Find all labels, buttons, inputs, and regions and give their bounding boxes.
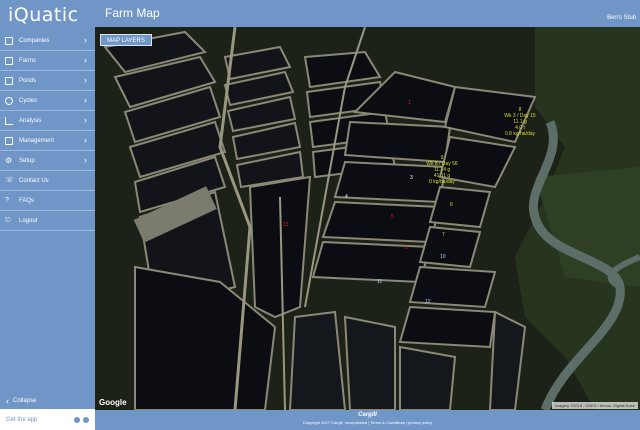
- phone-icon: ☏: [5, 176, 14, 184]
- collapse-label: Collapse: [13, 397, 37, 404]
- chevron-right-icon: ›: [84, 35, 87, 45]
- sidebar-item-logout[interactable]: ⎋ Logout: [0, 211, 95, 231]
- apple-icon[interactable]: [83, 416, 89, 423]
- sidebar-item-analysis[interactable]: Analysis ›: [0, 111, 95, 131]
- get-app-bar: Get the app: [0, 409, 95, 430]
- gear-icon: ⚙: [5, 155, 13, 165]
- pond-icon: [5, 76, 13, 85]
- footer: Cargill Copyright 2017 Cargill, Incorpor…: [95, 410, 640, 430]
- sidebar-nav: Companies › Farms › Ponds › Cycles › Ana…: [0, 31, 95, 231]
- sidebar-item-label: Management: [19, 137, 55, 144]
- sidebar-item-cycles[interactable]: Cycles ›: [0, 91, 95, 111]
- chevron-right-icon: ›: [84, 95, 87, 105]
- sidebar-item-label: Ponds: [19, 77, 37, 84]
- sidebar-item-label: Farms: [19, 57, 36, 64]
- sidebar-item-management[interactable]: Management ›: [0, 131, 95, 151]
- pond-number-label[interactable]: 6: [450, 202, 453, 208]
- logout-icon: ⎋: [5, 216, 11, 224]
- chevron-right-icon: ›: [84, 135, 87, 145]
- farm-map[interactable]: MAP LAYERS 8 Wk 3 / Day 15 11.1 g 4.0 t …: [95, 27, 640, 410]
- app-store-icons: [74, 416, 89, 423]
- header: Farm Map Ben's Stub: [95, 0, 640, 27]
- building-icon: [5, 36, 13, 45]
- sidebar-item-setup[interactable]: ⚙ Setup ›: [0, 151, 95, 171]
- map-attribution: Imagery ©2018 , CNES / Airbus, DigitalGl…: [551, 402, 638, 409]
- pond-number-label[interactable]: 1: [408, 100, 411, 106]
- pond-number-label[interactable]: 2: [405, 245, 408, 251]
- chevron-left-icon: ‹: [6, 395, 9, 406]
- chevron-right-icon: ›: [84, 155, 87, 165]
- satellite-imagery: [95, 27, 640, 410]
- sidebar: iQuatic Companies › Farms › Ponds › Cycl…: [0, 0, 95, 430]
- briefcase-icon: [5, 136, 13, 145]
- brand-logo[interactable]: iQuatic: [0, 0, 95, 31]
- chevron-right-icon: ›: [84, 55, 87, 65]
- collapse-button[interactable]: ‹ Collapse: [0, 392, 95, 409]
- chart-icon: [5, 116, 13, 125]
- pond-number-label[interactable]: 4: [345, 194, 348, 200]
- user-name[interactable]: Ben's Stub: [607, 15, 636, 21]
- pond-number-label[interactable]: 5: [391, 214, 394, 220]
- cycle-icon: [5, 96, 13, 105]
- sidebar-item-label: Analysis: [19, 117, 42, 124]
- pond-info-popup[interactable]: 9 Wk 8 / Day 56 11.14 g 41.11 g 0 kg/ha/…: [417, 155, 467, 185]
- pond-number-label[interactable]: 13: [283, 222, 289, 228]
- get-app-link[interactable]: Get the app: [6, 417, 37, 423]
- sidebar-spacer: [0, 231, 95, 398]
- pond-number-label[interactable]: 7: [442, 232, 445, 238]
- sidebar-item-faqs[interactable]: ? FAQs: [0, 191, 95, 211]
- sidebar-item-label: Companies: [19, 37, 50, 44]
- pond-number-label[interactable]: 3: [410, 175, 413, 181]
- pond-rate: 0 kg/ha/day: [429, 179, 455, 185]
- android-icon[interactable]: [74, 416, 80, 423]
- chevron-right-icon: ›: [84, 75, 87, 85]
- sidebar-item-label: FAQs: [19, 197, 35, 204]
- cargill-logo: Cargill: [358, 412, 377, 418]
- sidebar-item-companies[interactable]: Companies ›: [0, 31, 95, 51]
- sidebar-item-label: Cycles: [19, 97, 38, 104]
- pond-number-label[interactable]: 11: [377, 279, 382, 285]
- map-layers-button[interactable]: MAP LAYERS: [100, 34, 152, 46]
- chevron-right-icon: ›: [84, 115, 87, 125]
- sidebar-item-ponds[interactable]: Ponds ›: [0, 71, 95, 91]
- pond-number-label[interactable]: 12: [425, 299, 431, 305]
- sidebar-item-farms[interactable]: Farms ›: [0, 51, 95, 71]
- question-icon: ?: [5, 196, 9, 204]
- farm-icon: [5, 56, 13, 65]
- sidebar-item-label: Setup: [19, 157, 35, 164]
- google-logo: Google: [99, 398, 127, 407]
- sidebar-item-contact-us[interactable]: ☏ Contact Us: [0, 171, 95, 191]
- pond-number-label[interactable]: 10: [440, 254, 446, 260]
- pond-rate: 0.8 kg/ha/day: [504, 131, 536, 137]
- pond-info-popup[interactable]: 8 Wk 3 / Day 15 11.1 g 4.0 t 0.8 kg/ha/d…: [495, 107, 545, 137]
- page-title: Farm Map: [105, 6, 160, 20]
- footer-copyright[interactable]: Copyright 2017 Cargill, Incorporated | T…: [95, 418, 640, 425]
- sidebar-item-label: Logout: [19, 217, 38, 224]
- sidebar-item-label: Contact Us: [19, 177, 49, 184]
